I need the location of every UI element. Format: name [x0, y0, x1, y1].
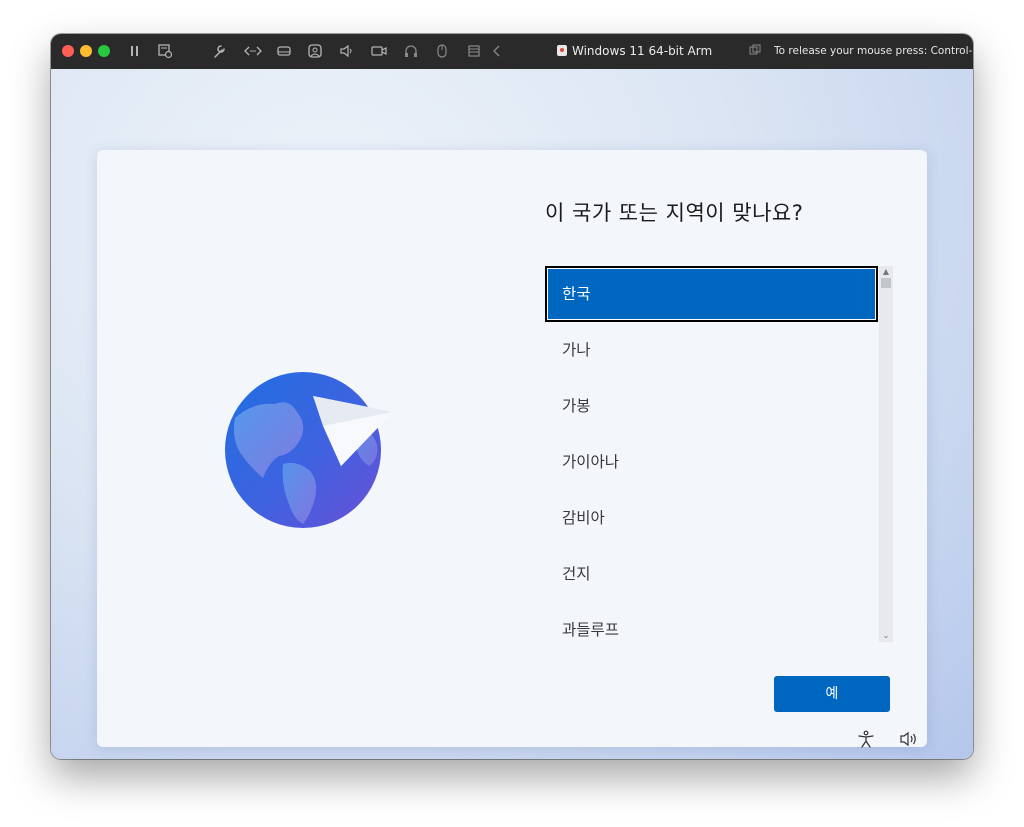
scroll-up-icon[interactable]: ▲	[879, 266, 893, 278]
chevron-left-icon[interactable]	[491, 42, 503, 60]
vm-window: Windows 11 64-bit Arm To release your mo…	[51, 34, 973, 759]
guest-screen: 이 국가 또는 지역이 맞나요? 한국 가나 가봉 가이아나 감비아 건지 과들…	[51, 69, 973, 759]
region-item[interactable]: 감비아	[545, 490, 878, 546]
volume-icon[interactable]	[899, 731, 919, 747]
region-item[interactable]: 과들루프	[545, 602, 878, 646]
yes-button[interactable]: 예	[774, 676, 890, 712]
code-icon[interactable]	[244, 42, 262, 60]
chevron-down-icon[interactable]: ⌄	[879, 630, 893, 642]
region-item[interactable]: 가이아나	[545, 434, 878, 490]
vm-title-text: Windows 11 64-bit Arm	[572, 44, 713, 58]
pause-icon[interactable]	[128, 42, 142, 60]
region-item[interactable]: 가나	[545, 322, 878, 378]
globe-illustration	[223, 368, 399, 532]
camera-icon[interactable]	[371, 42, 387, 60]
user-icon[interactable]	[307, 42, 323, 60]
speaker-icon[interactable]	[339, 42, 355, 60]
oobe-card: 이 국가 또는 지역이 맞나요? 한국 가나 가봉 가이아나 감비아 건지 과들…	[97, 150, 927, 747]
region-list[interactable]: 한국 가나 가봉 가이아나 감비아 건지 과들루프 ▲ ⌄	[545, 266, 893, 646]
wrench-icon[interactable]	[212, 42, 228, 60]
copy-icon[interactable]	[749, 44, 761, 56]
scrollbar-thumb[interactable]	[881, 278, 891, 288]
region-list-scrollbar[interactable]: ▲ ⌄	[879, 266, 893, 642]
minimize-window-button[interactable]	[80, 45, 92, 57]
maximize-window-button[interactable]	[98, 45, 110, 57]
page-title: 이 국가 또는 지역이 맞나요?	[545, 201, 804, 225]
region-item[interactable]: 건지	[545, 546, 878, 602]
mouse-icon[interactable]	[434, 42, 450, 60]
vm-title: Windows 11 64-bit Arm	[557, 44, 712, 58]
vm-titlebar: Windows 11 64-bit Arm To release your mo…	[51, 34, 973, 69]
snapshot-icon[interactable]	[157, 42, 173, 60]
disk-icon[interactable]	[276, 42, 292, 60]
release-mouse-hint: To release your mouse press: Control-⌘	[774, 45, 973, 57]
list-icon[interactable]	[466, 42, 482, 60]
accessibility-icon[interactable]	[857, 730, 875, 748]
vm-badge-icon	[557, 45, 567, 56]
close-window-button[interactable]	[62, 45, 74, 57]
region-item-selected[interactable]: 한국	[545, 266, 878, 322]
headphones-icon[interactable]	[403, 42, 419, 60]
region-item[interactable]: 가봉	[545, 378, 878, 434]
